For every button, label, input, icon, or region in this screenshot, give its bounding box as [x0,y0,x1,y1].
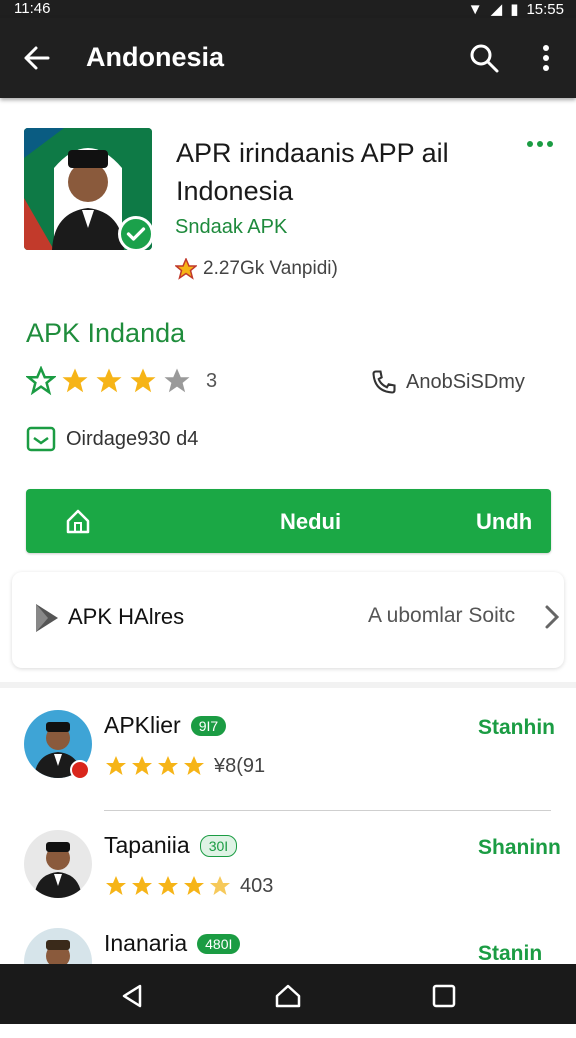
star-filled-icon [158,756,178,775]
battery-icon: ▮ [510,1,519,18]
nav-home-icon[interactable] [274,982,302,1010]
install-end-label: Undh [476,509,533,534]
app-title: APR irindaanis APP ail Indonesia [176,138,449,206]
home-icon [66,509,90,534]
status-time-left: 11:46 [14,0,51,17]
list-item-name: Inanaria 480I [104,930,241,957]
star-filled-icon [106,876,126,895]
install-button[interactable]: Nedui Undh [26,489,551,553]
list-item-rating: 403 [104,874,273,898]
star-empty-icon [164,368,190,393]
wifi-icon: ▼ [467,0,483,18]
nav-back-icon[interactable] [118,982,146,1010]
list-item-badge: 9I7 [190,715,227,736]
avatar [24,830,92,898]
badge-dot-icon [70,760,90,780]
star-half-icon [210,876,230,895]
star-filled-icon [106,756,126,775]
rating-value: 3 [206,369,218,392]
star-filled-icon [184,756,204,775]
system-nav-bar [0,964,576,1024]
verified-check-icon [118,216,154,252]
app-bar: Andonesia [0,18,576,98]
star-outline-icon [175,258,197,280]
chevron-right-icon [545,605,560,629]
info-card[interactable]: APK HAlres A ubomlar Soitc [12,572,564,668]
status-time-right: 15:55 [526,0,564,18]
star-filled-icon [158,876,178,895]
info-card-left-label: APK HAlres [68,604,185,629]
signal-icon: ◢ [490,1,503,18]
phone-icon [372,370,396,394]
back-arrow-icon[interactable] [18,40,54,76]
info-card-right-label: A ubomlar Soitc [368,604,516,627]
play-store-icon [36,604,58,632]
star-filled-icon [130,368,156,393]
list-item-title: Tapaniia [104,832,190,858]
row-divider [104,810,551,811]
downloads-info: 2.27Gk Vanpidi) [175,258,338,280]
star-filled-icon [132,876,152,895]
rating-row: 3 [26,366,217,396]
install-middle-label: Nedui [280,509,342,534]
list-item-status[interactable]: Stanin [478,942,542,966]
list-item-name: APKlier 9I7 [104,712,227,739]
size-text: Oirdage930 d4 [66,427,199,450]
list-item-rating: ¥8(91 [104,754,265,778]
list-item-status[interactable]: Shaninn [478,836,561,860]
star-filled-icon [62,368,88,393]
status-icons: ▼ ◢ ▮ 15:55 [467,0,564,19]
section-divider [0,682,576,688]
page-title: Andonesia [86,42,225,72]
overflow-dots-icon[interactable] [526,138,554,150]
star-outline-icon [26,366,56,396]
list-item[interactable]: APKlier 9I7 ¥8(91 Stanhin [0,710,576,820]
app-header: APR irindaanis APP ail Indonesia Sndaak … [0,98,576,478]
contact-text: AnobSiSDmy [406,370,525,393]
message-icon [26,426,56,452]
list-item-title: APKlier [104,712,181,738]
star-filled-icon [96,368,122,393]
list-item[interactable]: Tapaniia 30I 403 Shaninn [0,830,576,940]
contact-info[interactable]: AnobSiSDmy [370,368,525,396]
more-options-icon[interactable] [532,40,560,76]
app-secondary-name: APK Indanda [26,318,186,348]
list-item-badge: 480I [197,933,241,954]
list-item-title: Inanaria [104,930,188,956]
star-filled-icon [184,876,204,895]
list-item-count: ¥8(91 [214,754,266,777]
nav-recents-icon[interactable] [430,982,458,1010]
list-item-name: Tapaniia 30I [104,832,238,859]
list-item-badge: 30I [199,834,238,857]
status-bar: 11:46 ▼ ◢ ▮ 15:55 [0,0,576,18]
list-item-count: 403 [240,874,274,897]
search-icon[interactable] [466,40,502,76]
downloads-text: 2.27Gk Vanpidi) [203,258,338,279]
size-info: Oirdage930 d4 [26,426,198,452]
list-item-status[interactable]: Stanhin [478,716,555,740]
star-filled-icon [132,756,152,775]
developer-link[interactable]: Sndaak APK [175,216,287,239]
